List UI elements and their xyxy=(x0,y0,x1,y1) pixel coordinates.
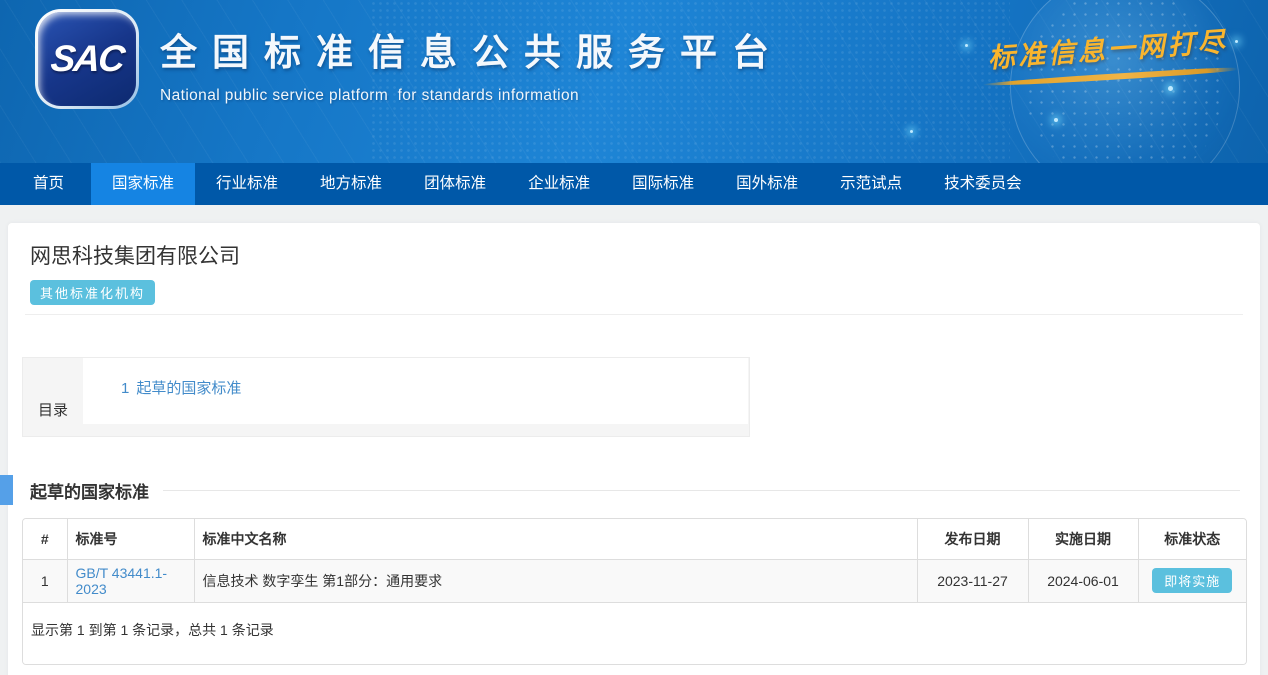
nav-item-national-standards[interactable]: 国家标准 xyxy=(91,163,195,205)
toc-body: 1 起草的国家标准 xyxy=(83,358,748,424)
col-header-impl-date: 实施日期 xyxy=(1028,519,1138,559)
section-rule xyxy=(163,490,1240,491)
nav-item-technical-committees[interactable]: 技术委员会 xyxy=(923,163,1043,205)
org-type-badge: 其他标准化机构 xyxy=(30,280,155,305)
section-heading: 起草的国家标准 xyxy=(8,475,1260,505)
section-title: 起草的国家标准 xyxy=(30,478,149,503)
toc-item-label: 起草的国家标准 xyxy=(136,380,241,397)
standard-number-link[interactable]: GB/T 43441.1-2023 xyxy=(76,565,168,597)
main-nav: 首页 国家标准 行业标准 地方标准 团体标准 企业标准 国际标准 国外标准 示范… xyxy=(0,163,1268,205)
nav-item-home[interactable]: 首页 xyxy=(6,163,91,205)
sparkle-decoration xyxy=(1168,86,1173,91)
standards-table-container: # 标准号 标准中文名称 发布日期 实施日期 标准状态 1 GB/T 43441… xyxy=(22,518,1247,665)
divider xyxy=(25,314,1243,315)
status-badge: 即将实施 xyxy=(1152,568,1232,593)
table-header-row: # 标准号 标准中文名称 发布日期 实施日期 标准状态 xyxy=(23,519,1246,559)
col-header-name-cn: 标准中文名称 xyxy=(194,519,917,559)
col-header-pub-date: 发布日期 xyxy=(917,519,1028,559)
org-header: 网思科技集团有限公司 其他标准化机构 xyxy=(8,223,1260,305)
col-header-status: 标准状态 xyxy=(1138,519,1246,559)
sac-logo[interactable]: SAC xyxy=(35,9,139,109)
toc-link-drafted-standards[interactable]: 1 起草的国家标准 xyxy=(121,377,241,398)
nav-item-local-standards[interactable]: 地方标准 xyxy=(299,163,403,205)
org-name: 网思科技集团有限公司 xyxy=(30,240,1238,270)
sparkle-decoration xyxy=(965,44,968,47)
cell-index: 1 xyxy=(23,559,67,602)
sparkle-decoration xyxy=(910,130,913,133)
pagination-summary: 显示第 1 到第 1 条记录，总共 1 条记录 xyxy=(23,603,1246,664)
cell-name-cn: 信息技术 数字孪生 第1部分：通用要求 xyxy=(194,559,917,602)
nav-item-international-standards[interactable]: 国际标准 xyxy=(611,163,715,205)
sac-logo-tile: SAC xyxy=(38,12,136,106)
site-header: SAC 全国标准信息公共服务平台 National public service… xyxy=(0,0,1268,163)
toc-label: 目录 xyxy=(23,358,83,436)
standards-table: # 标准号 标准中文名称 发布日期 实施日期 标准状态 1 GB/T 43441… xyxy=(23,519,1246,603)
content-card: 网思科技集团有限公司 其他标准化机构 目录 1 起草的国家标准 起草的国家标准 #… xyxy=(8,223,1260,675)
site-subtitle: National public service platform for sta… xyxy=(160,87,784,105)
nav-item-pilot-programs[interactable]: 示范试点 xyxy=(819,163,923,205)
cell-pub-date: 2023-11-27 xyxy=(917,559,1028,602)
section-accent-bar xyxy=(0,475,13,505)
toc-panel: 目录 1 起草的国家标准 xyxy=(22,357,750,437)
sparkle-decoration xyxy=(1054,118,1058,122)
nav-item-group-standards[interactable]: 团体标准 xyxy=(403,163,507,205)
site-title: 全国标准信息公共服务平台 xyxy=(160,22,784,76)
col-header-index: # xyxy=(23,519,67,559)
sac-logo-text: SAC xyxy=(49,38,126,80)
nav-item-enterprise-standards[interactable]: 企业标准 xyxy=(507,163,611,205)
table-row: 1 GB/T 43441.1-2023 信息技术 数字孪生 第1部分：通用要求 … xyxy=(23,559,1246,602)
toc-item-index: 1 xyxy=(121,380,129,397)
col-header-std-no: 标准号 xyxy=(67,519,194,559)
nav-item-foreign-standards[interactable]: 国外标准 xyxy=(715,163,819,205)
cell-impl-date: 2024-06-01 xyxy=(1028,559,1138,602)
brand-block: 全国标准信息公共服务平台 National public service pla… xyxy=(160,22,784,105)
nav-item-industry-standards[interactable]: 行业标准 xyxy=(195,163,299,205)
